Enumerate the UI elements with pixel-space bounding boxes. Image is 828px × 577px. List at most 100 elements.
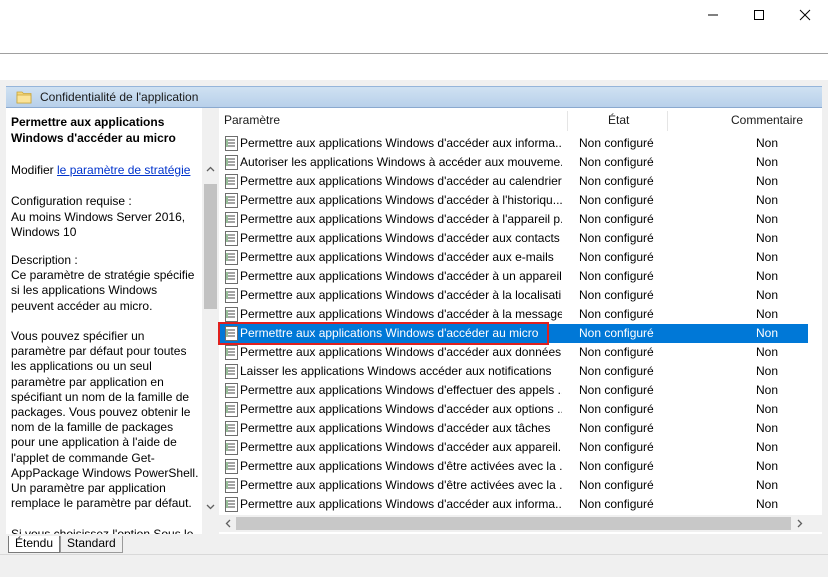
setting-state: Non configuré: [579, 212, 654, 226]
table-row[interactable]: Permettre aux applications Windows d'eff…: [219, 381, 808, 400]
policy-setting-icon: [225, 231, 238, 246]
policy-setting-icon: [225, 288, 238, 303]
table-row[interactable]: Permettre aux applications Windows d'acc…: [219, 267, 808, 286]
setting-name: Autoriser les applications Windows à acc…: [240, 155, 562, 169]
settings-list: Paramètre État Commentaire Permettre aux…: [219, 108, 822, 534]
setting-name: Laisser les applications Windows accéder…: [240, 364, 552, 378]
maximize-button[interactable]: [736, 0, 782, 30]
table-row[interactable]: Permettre aux applications Windows d'êtr…: [219, 476, 808, 495]
horizontal-scrollbar-thumb[interactable]: [236, 517, 791, 530]
table-row[interactable]: Permettre aux applications Windows d'acc…: [219, 248, 808, 267]
setting-name: Permettre aux applications Windows d'êtr…: [240, 459, 562, 473]
table-row[interactable]: Permettre aux applications Windows d'acc…: [219, 191, 808, 210]
table-row[interactable]: Laisser les applications Windows accéder…: [219, 362, 808, 381]
setting-name: Permettre aux applications Windows d'acc…: [240, 345, 562, 359]
setting-comment: Non: [756, 288, 779, 302]
description-scrollbar[interactable]: [202, 146, 219, 534]
policy-setting-icon: [225, 478, 238, 493]
setting-state: Non configuré: [579, 307, 654, 321]
scrollbar-corner: [808, 515, 822, 532]
setting-comment: Non: [756, 459, 779, 473]
edit-prefix: Modifier: [11, 163, 58, 177]
setting-comment: Non: [756, 345, 779, 359]
table-row[interactable]: Permettre aux applications Windows d'acc…: [219, 419, 808, 438]
toolbar-blank: [0, 54, 828, 80]
tab-standard[interactable]: Standard: [60, 536, 123, 553]
setting-name: Permettre aux applications Windows d'acc…: [240, 193, 562, 207]
table-row[interactable]: Permettre aux applications Windows d'acc…: [219, 495, 808, 514]
highlight-box: [218, 322, 549, 345]
minimize-button[interactable]: [690, 0, 736, 30]
setting-comment: Non: [756, 250, 779, 264]
policy-setting-icon: [225, 212, 238, 227]
setting-name: Permettre aux applications Windows d'acc…: [240, 250, 554, 264]
setting-name: Permettre aux applications Windows d'acc…: [240, 402, 562, 416]
policy-setting-icon: [225, 155, 238, 170]
policy-setting-icon: [225, 193, 238, 208]
setting-name: Permettre aux applications Windows d'acc…: [240, 231, 560, 245]
table-row[interactable]: Permettre aux applications Windows d'acc…: [219, 343, 808, 362]
setting-state: Non configuré: [579, 364, 654, 378]
description-text: Description : Ce paramètre de stratégie …: [11, 253, 199, 534]
setting-name: Permettre aux applications Windows d'acc…: [240, 212, 562, 226]
column-header-comment[interactable]: Commentaire: [731, 108, 803, 133]
setting-state: Non configuré: [579, 174, 654, 188]
requirements-text: Configuration requise : Au moins Windows…: [11, 194, 186, 239]
setting-name: Permettre aux applications Windows d'acc…: [240, 288, 562, 302]
column-header-setting[interactable]: Paramètre: [224, 108, 280, 133]
chevron-left-icon: [225, 519, 230, 528]
policy-setting-icon: [225, 402, 238, 417]
policy-setting-icon: [225, 364, 238, 379]
list-horizontal-scrollbar[interactable]: [219, 515, 808, 532]
setting-comment: Non: [756, 421, 779, 435]
setting-comment: Non: [756, 231, 779, 245]
table-row[interactable]: Permettre aux applications Windows d'acc…: [219, 172, 808, 191]
toolbar-area: [0, 30, 828, 52]
setting-name: Permettre aux applications Windows d'acc…: [240, 497, 562, 511]
setting-state: Non configuré: [579, 383, 654, 397]
setting-name: Permettre aux applications Windows d'acc…: [240, 269, 562, 283]
setting-state: Non configuré: [579, 497, 654, 511]
scroll-left-button[interactable]: [219, 515, 236, 532]
setting-state: Non configuré: [579, 345, 654, 359]
table-row[interactable]: Permettre aux applications Windows d'acc…: [219, 400, 808, 419]
list-vertical-scrollbar[interactable]: [808, 133, 822, 513]
table-row[interactable]: Permettre aux applications Windows d'acc…: [219, 438, 808, 457]
policy-setting-icon: [225, 250, 238, 265]
edit-policy-link[interactable]: le paramètre de stratégie: [57, 163, 190, 177]
setting-state: Non configuré: [579, 155, 654, 169]
setting-state: Non configuré: [579, 250, 654, 264]
scroll-right-button[interactable]: [791, 515, 808, 532]
scroll-down-button[interactable]: [202, 498, 219, 515]
column-divider[interactable]: [567, 111, 568, 131]
description-pane: Permettre aux applications Windows d'acc…: [6, 108, 202, 534]
setting-name: Permettre aux applications Windows d'acc…: [240, 440, 562, 454]
setting-state: Non configuré: [579, 136, 654, 150]
policy-title: Permettre aux applications Windows d'acc…: [11, 115, 176, 145]
setting-comment: Non: [756, 497, 779, 511]
scroll-up-button[interactable]: [202, 160, 219, 177]
policy-setting-icon: [225, 459, 238, 474]
policy-setting-icon: [225, 383, 238, 398]
table-row[interactable]: Autoriser les applications Windows à acc…: [219, 153, 808, 172]
tab-extended[interactable]: Étendu: [8, 536, 61, 553]
policy-setting-icon: [225, 345, 238, 360]
setting-state: Non configuré: [579, 193, 654, 207]
policy-setting-icon: [225, 307, 238, 322]
setting-comment: Non: [756, 383, 779, 397]
table-row[interactable]: Permettre aux applications Windows d'êtr…: [219, 457, 808, 476]
column-divider[interactable]: [667, 111, 668, 131]
policy-setting-icon: [225, 136, 238, 151]
setting-comment: Non: [756, 174, 779, 188]
table-row[interactable]: Permettre aux applications Windows d'acc…: [219, 210, 808, 229]
policy-setting-icon: [225, 269, 238, 284]
table-row[interactable]: Permettre aux applications Windows d'acc…: [219, 286, 808, 305]
table-row[interactable]: Permettre aux applications Windows d'acc…: [219, 134, 808, 153]
scrollbar-thumb[interactable]: [204, 184, 217, 309]
title-bar: [0, 0, 828, 30]
setting-comment: Non: [756, 193, 779, 207]
setting-comment: Non: [756, 364, 779, 378]
column-header-state[interactable]: État: [608, 108, 629, 133]
table-row[interactable]: Permettre aux applications Windows d'acc…: [219, 229, 808, 248]
close-button[interactable]: [782, 0, 828, 30]
